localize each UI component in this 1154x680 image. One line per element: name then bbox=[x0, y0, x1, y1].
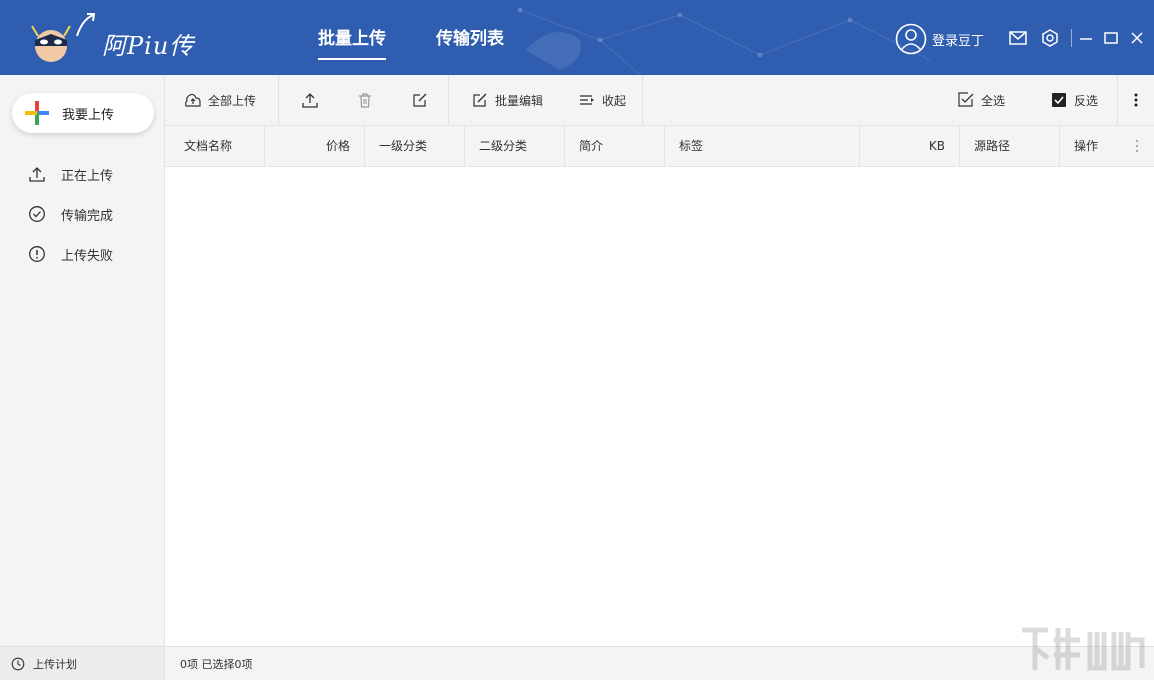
sidebar-item-label: 上传失败 bbox=[61, 248, 114, 264]
app-name: 阿Piu传 bbox=[102, 32, 195, 60]
alert-circle-icon bbox=[29, 246, 45, 262]
watermark-logo bbox=[1022, 627, 1145, 671]
close-icon[interactable] bbox=[1127, 28, 1147, 48]
sidebar-item-completed[interactable]: 传输完成 bbox=[28, 202, 113, 226]
sidebar-item-label: 传输完成 bbox=[61, 208, 114, 224]
invert-select-button[interactable]: 反选 bbox=[1050, 75, 1098, 125]
toolbar-divider bbox=[1117, 75, 1118, 125]
new-upload-button[interactable]: 我要上传 bbox=[12, 93, 154, 133]
upload-schedule-label: 上传计划 bbox=[33, 657, 77, 671]
new-upload-label: 我要上传 bbox=[62, 107, 115, 123]
settings-icon[interactable] bbox=[1040, 28, 1060, 48]
tab-batch-upload[interactable]: 批量上传 bbox=[318, 0, 386, 75]
column-header-summary[interactable]: 简介 bbox=[565, 126, 665, 166]
checkbox-filled-icon bbox=[1052, 93, 1066, 107]
upload-schedule-button[interactable]: 上传计划 bbox=[0, 646, 165, 680]
cloud-upload-icon bbox=[185, 93, 201, 107]
upload-all-button[interactable]: 全部上传 bbox=[184, 75, 256, 125]
check-circle-icon bbox=[29, 206, 45, 222]
toolbar-divider bbox=[278, 75, 279, 125]
edit-icon bbox=[413, 93, 427, 107]
sidebar: 我要上传 正在上传 传输完成 上传失败 bbox=[0, 75, 165, 646]
login-label: 登录豆丁 bbox=[932, 33, 985, 49]
upload-all-label: 全部上传 bbox=[208, 93, 257, 108]
maximize-icon[interactable] bbox=[1101, 28, 1121, 48]
collapse-icon bbox=[580, 95, 594, 105]
header-divider bbox=[1071, 29, 1072, 47]
collapse-label: 收起 bbox=[602, 93, 627, 108]
status-bar: 0项 已选择0项 bbox=[165, 646, 1154, 680]
toolbar: 全部上传 批量编辑 收起 全选 反选 bbox=[165, 75, 1154, 126]
title-bar: 阿Piu传 批量上传 传输列表 登录豆丁 bbox=[0, 0, 1154, 75]
column-header-tags[interactable]: 标签 bbox=[665, 126, 860, 166]
hero-mascot-icon bbox=[31, 25, 71, 62]
column-header-actions[interactable]: 操作 bbox=[1060, 126, 1118, 166]
sidebar-item-uploading[interactable]: 正在上传 bbox=[28, 162, 113, 186]
clock-icon bbox=[11, 657, 25, 670]
sidebar-item-failed[interactable]: 上传失败 bbox=[28, 242, 113, 266]
arrow-up-icon bbox=[76, 13, 96, 37]
trash-icon bbox=[359, 93, 371, 108]
column-header-category-2[interactable]: 二级分类 bbox=[465, 126, 565, 166]
batch-edit-label: 批量编辑 bbox=[495, 93, 544, 108]
invert-select-label: 反选 bbox=[1074, 93, 1099, 108]
edit-button[interactable] bbox=[411, 75, 429, 125]
select-all-button[interactable]: 全选 bbox=[957, 75, 1005, 125]
selection-summary: 0项 已选择0项 bbox=[180, 657, 253, 671]
column-header-source-path[interactable]: 源路径 bbox=[960, 126, 1060, 166]
select-all-label: 全选 bbox=[981, 93, 1006, 108]
colorful-plus-icon bbox=[25, 101, 49, 125]
upload-icon bbox=[302, 93, 318, 108]
sidebar-item-label: 正在上传 bbox=[61, 168, 114, 184]
app-logo: 阿Piu传 bbox=[22, 12, 222, 66]
tab-transfer-list[interactable]: 传输列表 bbox=[436, 0, 504, 75]
mail-icon[interactable] bbox=[1008, 28, 1028, 48]
column-more-icon[interactable] bbox=[1127, 136, 1147, 156]
toolbar-divider bbox=[642, 75, 643, 125]
checkbox-outline-icon bbox=[958, 92, 974, 107]
upload-button[interactable] bbox=[301, 75, 319, 125]
upload-icon bbox=[29, 167, 45, 182]
column-header-price[interactable]: 价格 bbox=[265, 126, 365, 166]
collapse-button[interactable]: 收起 bbox=[578, 75, 626, 125]
column-header-size-kb[interactable]: KB bbox=[860, 126, 960, 166]
more-vertical-icon bbox=[1134, 93, 1138, 107]
column-header-doc-name[interactable]: 文档名称 bbox=[170, 126, 265, 166]
main-tabs: 批量上传 传输列表 bbox=[318, 0, 554, 75]
batch-edit-icon bbox=[473, 93, 487, 107]
delete-button[interactable] bbox=[356, 75, 374, 125]
table-header: 文档名称 价格 一级分类 二级分类 简介 标签 KB 源路径 操作 bbox=[165, 126, 1154, 167]
column-header-category-1[interactable]: 一级分类 bbox=[365, 126, 465, 166]
toolbar-more-button[interactable] bbox=[1127, 75, 1145, 125]
file-list-empty bbox=[165, 167, 1154, 646]
minimize-icon[interactable] bbox=[1076, 28, 1096, 48]
user-avatar-icon bbox=[895, 23, 927, 55]
login-button[interactable]: 登录豆丁 bbox=[895, 23, 984, 55]
batch-edit-button[interactable]: 批量编辑 bbox=[471, 75, 543, 125]
toolbar-divider bbox=[448, 75, 449, 125]
